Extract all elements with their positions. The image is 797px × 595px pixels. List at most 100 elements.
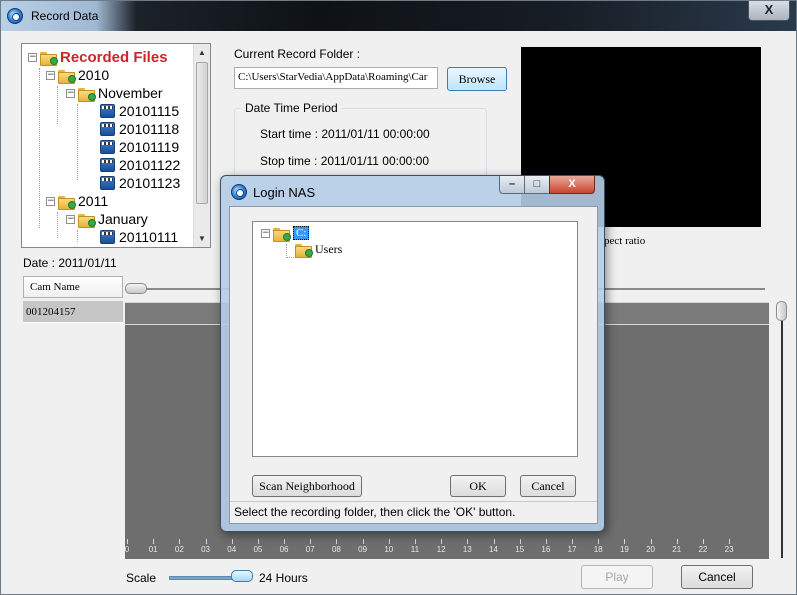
folder-icon xyxy=(295,243,313,258)
scale-slider-track[interactable] xyxy=(169,576,239,580)
dialog-body: − C: Users Scan Neighborhood OK Cancel S… xyxy=(229,206,598,524)
hour-tick xyxy=(650,539,652,544)
minimize-button[interactable]: – xyxy=(499,176,525,194)
scan-neighborhood-button[interactable]: Scan Neighborhood xyxy=(252,475,362,497)
collapse-icon[interactable]: − xyxy=(46,196,55,206)
cam-list-area xyxy=(23,323,123,541)
hour-label: 16 xyxy=(541,545,551,554)
record-folder-field[interactable]: C:\Users\StarVedia\AppData\Roaming\Car xyxy=(234,67,438,89)
maximize-button[interactable]: □ xyxy=(524,176,550,194)
hour-label: 13 xyxy=(462,545,472,554)
ok-button[interactable]: OK xyxy=(450,475,506,497)
hour-tick xyxy=(493,539,495,544)
recorded-files-tree[interactable]: − Recorded Files − 2010 − November 20101… xyxy=(21,43,211,248)
cam-row[interactable]: 001204157 xyxy=(23,301,123,323)
position-slider-thumb[interactable] xyxy=(125,283,147,294)
tree-day[interactable]: 20101119 xyxy=(100,138,179,156)
nas-users-label: Users xyxy=(315,241,343,256)
video-file-icon xyxy=(100,122,115,136)
hour-tick xyxy=(336,539,338,544)
hour-tick xyxy=(284,539,286,544)
hour-tick xyxy=(441,539,443,544)
hour-label: 0 xyxy=(124,545,130,554)
tree-day[interactable]: 20101115 xyxy=(100,102,179,120)
hour-label: 10 xyxy=(384,545,394,554)
scroll-up-icon[interactable]: ▲ xyxy=(194,44,210,61)
window-close-button[interactable]: X xyxy=(748,1,790,21)
hour-label: 18 xyxy=(593,545,603,554)
tree-day-label: 20101115 xyxy=(119,103,180,119)
hour-tick xyxy=(572,539,574,544)
tree-day-label: 20110111 xyxy=(119,229,179,245)
hour-tick xyxy=(467,539,469,544)
hour-tick xyxy=(388,539,390,544)
hour-tick xyxy=(231,539,233,544)
date-label: Date : 2011/01/11 xyxy=(23,256,117,270)
hour-label: 20 xyxy=(646,545,656,554)
tree-day[interactable]: 20101123 xyxy=(100,174,180,192)
browse-button[interactable]: Browse xyxy=(447,67,507,91)
tree-month-label: November xyxy=(98,85,163,101)
video-file-icon xyxy=(100,176,115,190)
vertical-slider-track[interactable] xyxy=(781,311,783,558)
tree-day[interactable]: 20101122 xyxy=(100,156,180,174)
video-file-icon xyxy=(100,104,115,118)
vertical-slider-thumb[interactable] xyxy=(776,301,787,321)
hour-tick xyxy=(598,539,600,544)
folder-icon xyxy=(40,51,58,66)
app-icon xyxy=(231,184,247,200)
hour-label: 07 xyxy=(305,545,315,554)
window-title: Record Data xyxy=(31,9,99,23)
dialog-status-bar: Select the recording folder, then click … xyxy=(230,501,597,523)
video-file-icon xyxy=(100,140,115,154)
tree-month-november[interactable]: − November xyxy=(66,84,163,102)
collapse-icon[interactable]: − xyxy=(28,52,37,62)
date-time-period-legend: Date Time Period xyxy=(241,101,342,115)
scale-slider-thumb[interactable] xyxy=(231,570,253,582)
scale-value: 24 Hours xyxy=(259,571,308,585)
tree-year-label: 2011 xyxy=(78,193,109,209)
tree-scrollbar[interactable]: ▲ ▼ xyxy=(193,44,210,247)
tree-scroll-thumb[interactable] xyxy=(196,62,208,204)
hour-label: 04 xyxy=(227,545,237,554)
collapse-icon[interactable]: − xyxy=(261,228,270,238)
tree-root-label: Recorded Files xyxy=(60,48,168,66)
hour-tick xyxy=(729,539,731,544)
video-file-icon xyxy=(100,230,115,244)
dialog-cancel-button[interactable]: Cancel xyxy=(520,475,576,497)
hour-tick xyxy=(127,539,128,544)
nas-folder-tree[interactable]: − C: Users xyxy=(252,221,578,457)
hour-label: 17 xyxy=(567,545,577,554)
title-bar[interactable]: Record Data X xyxy=(1,1,796,31)
hour-tick xyxy=(624,539,626,544)
tree-year-2010[interactable]: − 2010 xyxy=(46,66,109,84)
nas-root-label[interactable]: C: xyxy=(293,226,310,240)
play-button[interactable]: Play xyxy=(581,565,653,589)
hour-label: 14 xyxy=(489,545,498,554)
tree-day-label: 20101118 xyxy=(119,121,180,137)
aspect-ratio-text: pect ratio xyxy=(604,235,646,247)
record-data-window: Record Data X − Recorded Files − 2010 − … xyxy=(0,0,797,595)
tree-year-label: 2010 xyxy=(78,67,110,83)
tree-day-label: 20101123 xyxy=(119,175,181,191)
hour-tick xyxy=(362,539,364,544)
folder-icon xyxy=(58,195,76,210)
collapse-icon[interactable]: − xyxy=(66,214,75,224)
tree-day-label: 20101119 xyxy=(119,139,180,155)
tree-day[interactable]: 20110111 xyxy=(100,228,178,246)
collapse-icon[interactable]: − xyxy=(46,70,55,80)
video-file-icon xyxy=(100,158,115,172)
hour-ruler: 0 01 02 03 04 05 06 07 08 09 10 11 12 13 14 15 16 17 18 19 2… xyxy=(125,539,769,559)
hour-label: 02 xyxy=(174,545,184,554)
scroll-down-icon[interactable]: ▼ xyxy=(194,230,210,247)
tree-day[interactable]: 20101118 xyxy=(100,120,179,138)
nas-tree-users[interactable]: Users xyxy=(295,240,342,258)
hour-tick xyxy=(179,539,181,544)
tree-root[interactable]: − Recorded Files xyxy=(28,48,168,66)
dialog-close-button[interactable]: X xyxy=(549,176,595,194)
collapse-icon[interactable]: − xyxy=(66,88,75,98)
cancel-button[interactable]: Cancel xyxy=(681,565,753,589)
tree-month-january[interactable]: − January xyxy=(66,210,148,228)
tree-year-2011[interactable]: − 2011 xyxy=(46,192,108,210)
hour-tick xyxy=(519,539,521,544)
